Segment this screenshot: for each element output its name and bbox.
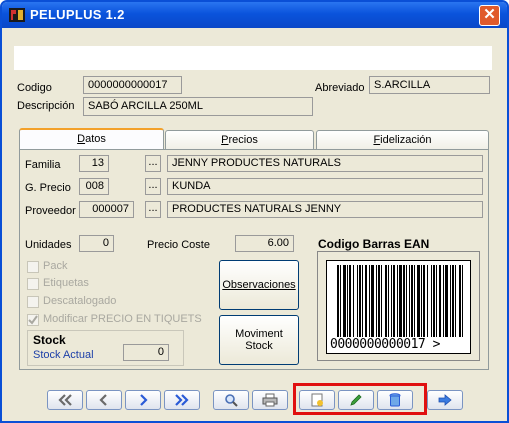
tab-datos[interactable]: Datos [19, 128, 164, 150]
abreviado-label: Abreviado [315, 82, 365, 94]
pack-checkbox[interactable] [27, 261, 39, 273]
last-record-button[interactable] [164, 390, 200, 410]
etiquetas-label: Etiquetas [43, 277, 89, 289]
first-record-button[interactable] [47, 390, 83, 410]
familia-lookup-button[interactable]: ... [145, 155, 161, 172]
tab-datos-accel: D [77, 133, 86, 145]
title-bar[interactable]: PELUPLUS 1.2 ✕ [2, 2, 507, 28]
tab-precios-label: recios [228, 134, 258, 146]
modificar-precio-label: Modificar PRECIO EN TIQUETS [43, 313, 202, 325]
close-button[interactable]: ✕ [479, 5, 500, 26]
familia-code-field[interactable]: 13 [79, 155, 109, 172]
descripcion-label: Descripción [17, 100, 75, 112]
right-arrow-icon [140, 394, 148, 406]
gprecio-lookup-button[interactable]: ... [145, 178, 161, 195]
double-right-arrow-icon [175, 394, 189, 406]
observaciones-button[interactable]: Observaciones [219, 260, 299, 310]
barcode-number: 0000000000017 > [330, 337, 440, 352]
window-title: PELUPLUS 1.2 [30, 7, 125, 22]
app-logo-icon [9, 8, 25, 22]
next-record-button[interactable] [125, 390, 161, 410]
gprecio-label: G. Precio [25, 182, 71, 194]
barcode-title: Codigo Barras EAN [318, 237, 430, 251]
tab-datos-label: atos [85, 133, 106, 145]
checkmark-icon [28, 315, 38, 325]
highlight-box [293, 383, 427, 415]
familia-name-field: JENNY PRODUCTES NATURALS [167, 155, 483, 172]
pack-label: Pack [43, 260, 68, 272]
precio-coste-field[interactable]: 6.00 [235, 235, 294, 252]
proveedor-label: Proveedor [25, 205, 76, 217]
abreviado-field[interactable]: S.ARCILLA [369, 76, 490, 94]
familia-label: Familia [25, 159, 61, 171]
exit-arrow-icon [438, 394, 452, 406]
tab-fidelizacion-label: idelización [380, 134, 432, 146]
unidades-field[interactable]: 0 [79, 235, 114, 252]
left-arrow-icon [99, 394, 107, 406]
etiquetas-checkbox[interactable] [27, 278, 39, 290]
magnifier-icon [225, 394, 238, 407]
descatalogado-label: Descatalogado [43, 295, 117, 307]
descripcion-field[interactable]: SABÓ ARCILLA 250ML [83, 97, 313, 116]
proveedor-code-field[interactable]: 000007 [79, 201, 134, 218]
proveedor-lookup-button[interactable]: ... [145, 201, 161, 218]
double-left-arrow-icon [58, 394, 72, 406]
unidades-label: Unidades [25, 239, 72, 251]
moviment-stock-label: Moviment Stock [235, 328, 283, 352]
print-button[interactable] [252, 390, 288, 410]
barcode-bars [337, 265, 463, 337]
observaciones-label: Observaciones [222, 279, 296, 291]
tab-precios[interactable]: Precios [165, 130, 314, 150]
barcode-box: 0000000000017 > [326, 260, 471, 354]
proveedor-name-field: PRODUCTES NATURALS JENNY [167, 201, 483, 218]
close-icon: ✕ [483, 6, 496, 23]
search-button[interactable] [213, 390, 249, 410]
exit-button[interactable] [427, 390, 463, 410]
stock-title: Stock [33, 333, 66, 347]
codigo-field[interactable]: 0000000000017 [83, 76, 182, 94]
message-bar [14, 46, 492, 70]
printer-icon [262, 393, 278, 407]
gprecio-code-field[interactable]: 008 [79, 178, 109, 195]
tab-precios-accel: P [221, 134, 229, 146]
modificar-precio-checkbox[interactable] [27, 314, 39, 326]
stock-actual-field: 0 [123, 344, 169, 361]
codigo-label: Codigo [17, 82, 52, 94]
stock-actual-label: Stock Actual [33, 349, 94, 361]
gprecio-name-field: KUNDA [167, 178, 483, 195]
barcode-frame: 0000000000017 > [317, 251, 480, 361]
previous-record-button[interactable] [86, 390, 122, 410]
tab-fidelizacion[interactable]: Fidelización [316, 130, 489, 150]
descatalogado-checkbox[interactable] [27, 296, 39, 308]
moviment-stock-button[interactable]: Moviment Stock [219, 315, 299, 365]
peluplus-window: PELUPLUS 1.2 ✕ Codigo 0000000000017 Abre… [0, 0, 509, 423]
precio-coste-label: Precio Coste [147, 239, 210, 251]
